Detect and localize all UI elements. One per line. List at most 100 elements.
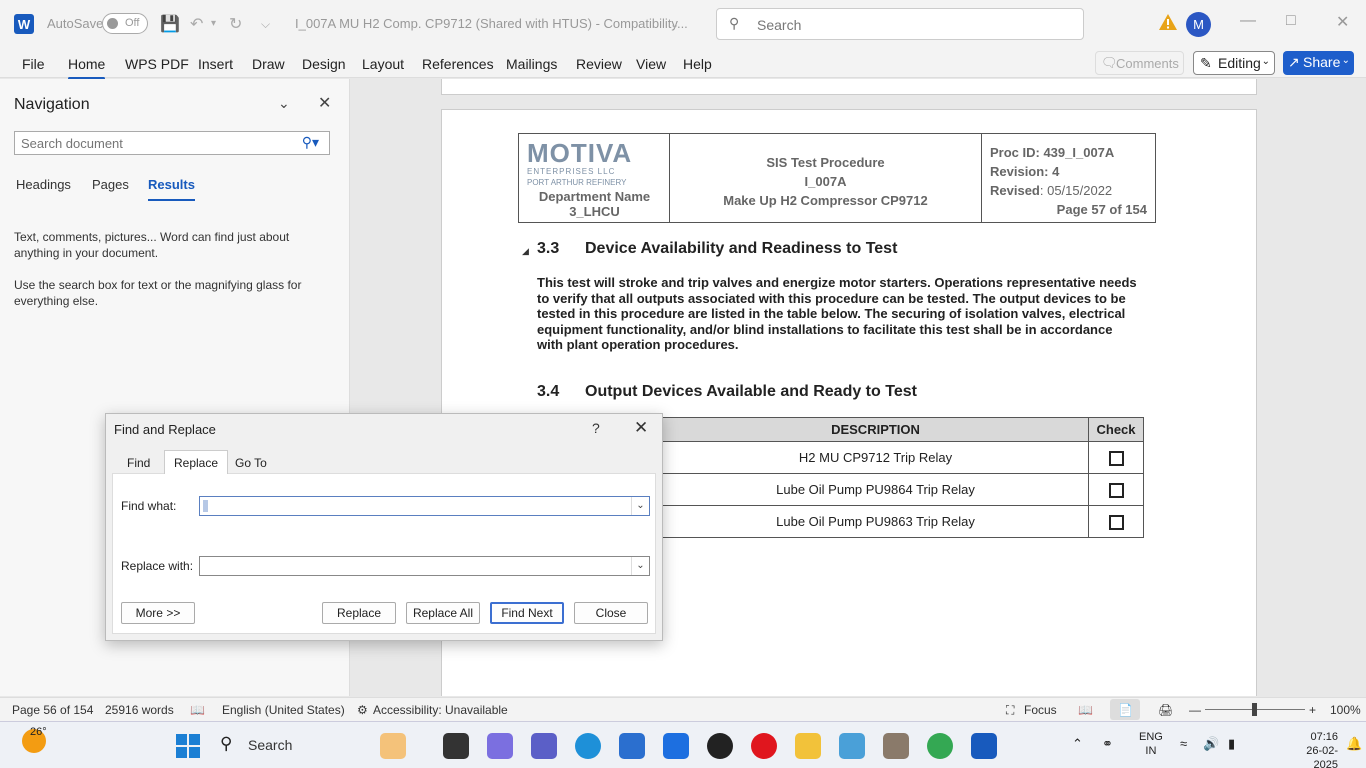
help-icon[interactable]: ? (592, 420, 600, 436)
tab-go-to[interactable]: Go To (235, 456, 267, 470)
tab-find[interactable]: Find (127, 456, 150, 470)
close-window-icon[interactable]: ✕ (1336, 12, 1349, 32)
search-document-input[interactable] (21, 133, 291, 153)
redo-icon[interactable]: ↻ (229, 14, 242, 34)
more-button[interactable]: More >> (121, 602, 195, 624)
nav-tab-results[interactable]: Results (148, 177, 195, 201)
checkbox[interactable] (1108, 514, 1124, 530)
magnifier-dropdown-icon[interactable]: ⚲▾ (302, 134, 319, 151)
folder-icon[interactable] (795, 733, 821, 759)
replace-with-input[interactable] (204, 558, 624, 574)
tab-help[interactable]: Help (683, 56, 712, 72)
tab-view[interactable]: View (636, 56, 666, 72)
tab-file[interactable]: File (22, 56, 45, 72)
undo-icon[interactable]: ↶ (190, 14, 203, 34)
nav-tab-headings[interactable]: Headings (16, 177, 71, 192)
web-layout-icon[interactable]: 🖨 (1158, 703, 1173, 717)
photos-icon[interactable] (839, 733, 865, 759)
check-cell (1088, 441, 1144, 474)
comments-button[interactable]: 🗨 Comments (1095, 51, 1184, 75)
teams-icon[interactable] (531, 733, 557, 759)
editing-mode-button[interactable]: ✎ Editing ⌄ (1193, 51, 1275, 75)
page-count[interactable]: Page 56 of 154 (12, 703, 93, 717)
close-button[interactable]: Close (574, 602, 648, 624)
warning-icon[interactable] (1158, 12, 1178, 32)
taskbar-search-label[interactable]: Search (248, 737, 292, 753)
opera-icon[interactable] (751, 733, 777, 759)
tab-wps-pdf[interactable]: WPS PDF (125, 56, 189, 72)
taskbar-search-icon[interactable]: ⚲ (220, 734, 232, 754)
chevron-down-icon[interactable]: ⌄ (631, 497, 649, 515)
wifi-icon[interactable]: ≈ (1180, 736, 1187, 751)
copilot-icon[interactable] (487, 733, 513, 759)
chrome-icon[interactable] (927, 733, 953, 759)
replace-button[interactable]: Replace (322, 602, 396, 624)
share-button[interactable]: ↗ Share ⌄ (1283, 51, 1354, 75)
dell-icon[interactable] (707, 733, 733, 759)
replace-with-combo[interactable]: ⌄ (199, 556, 650, 576)
close-icon[interactable]: ✕ (634, 418, 648, 438)
arrow-app-icon[interactable] (663, 733, 689, 759)
tab-references[interactable]: References (422, 56, 494, 72)
zoom-slider-thumb[interactable] (1252, 703, 1257, 716)
customize-qat-icon[interactable]: ⌵ (261, 17, 270, 32)
user-avatar[interactable]: M (1186, 12, 1211, 37)
find-next-button[interactable]: Find Next (490, 602, 564, 624)
save-icon[interactable]: 💾 (160, 14, 180, 34)
nav-tab-pages[interactable]: Pages (92, 177, 129, 192)
document-title[interactable]: I_007A MU H2 Comp. CP9712 (Shared with H… (295, 16, 688, 31)
show-hidden-icons-icon[interactable]: ⌃ (1072, 736, 1083, 752)
word-taskbar-icon[interactable] (971, 733, 997, 759)
tab-draw[interactable]: Draw (252, 56, 285, 72)
accessibility-icon: ⚙ (357, 703, 368, 717)
tab-insert[interactable]: Insert (198, 56, 233, 72)
zoom-out-icon[interactable]: — (1189, 703, 1201, 717)
find-what-input[interactable] (204, 498, 624, 514)
find-what-combo[interactable]: ⌄ (199, 496, 650, 516)
proofing-icon[interactable]: 📖 (190, 703, 205, 717)
print-layout-icon[interactable]: 📄 (1118, 703, 1133, 717)
accessibility-status[interactable]: Accessibility: Unavailable (373, 703, 508, 717)
widget-image-icon[interactable] (380, 733, 406, 759)
section-3-3-body[interactable]: This test will stroke and trip valves an… (537, 275, 1137, 353)
search-document-box[interactable]: ⚲▾ (14, 131, 330, 155)
tab-home[interactable]: Home (68, 56, 106, 80)
chevron-down-icon[interactable]: ⌄ (278, 95, 290, 112)
edge-icon[interactable] (575, 733, 601, 759)
replace-all-button[interactable]: Replace All (406, 602, 480, 624)
close-icon[interactable]: ✕ (318, 93, 331, 113)
tab-review[interactable]: Review (576, 56, 622, 72)
volume-icon[interactable]: 🔊 (1203, 736, 1219, 752)
input-language[interactable]: ENG IN (1139, 730, 1163, 758)
maximize-icon[interactable]: □ (1286, 12, 1296, 30)
tab-layout[interactable]: Layout (362, 56, 404, 72)
collapse-heading-icon[interactable]: ◢ (522, 246, 529, 257)
output-devices-table: DESCRIPTION Check H2 MU CP9712 Trip Rela… (662, 417, 1144, 538)
language[interactable]: English (United States) (222, 703, 345, 717)
title-chevron-down-icon[interactable]: ⌄ (670, 18, 679, 31)
tab-replace[interactable]: Replace (164, 450, 229, 474)
store-icon[interactable] (619, 733, 645, 759)
word-count[interactable]: 25916 words (105, 703, 174, 717)
chevron-down-icon[interactable]: ⌄ (631, 557, 649, 575)
tab-design[interactable]: Design (302, 56, 346, 72)
word-app-icon[interactable]: W (14, 14, 34, 34)
zoom-level[interactable]: 100% (1330, 703, 1361, 717)
focus-mode[interactable]: Focus (1024, 703, 1057, 717)
file-explorer-dark-icon[interactable] (443, 733, 469, 759)
clock[interactable]: 07:16 26-02-2025 (1288, 730, 1338, 768)
tab-mailings[interactable]: Mailings (506, 56, 557, 72)
checkbox[interactable] (1108, 450, 1124, 466)
minimize-icon[interactable]: — (1240, 12, 1256, 30)
undo-dropdown-icon[interactable]: ▾ (211, 18, 216, 29)
battery-icon[interactable]: ▮ (1228, 736, 1235, 752)
notification-icon[interactable]: 🔔 (1346, 736, 1362, 752)
checkbox[interactable] (1108, 482, 1124, 498)
read-mode-icon[interactable]: 📖 (1078, 703, 1093, 717)
windows-start-icon[interactable] (176, 734, 200, 758)
autosave-toggle[interactable]: Off (102, 13, 148, 34)
title-search-box[interactable]: ⚲ Search (716, 8, 1084, 40)
zoom-in-icon[interactable]: + (1309, 703, 1316, 717)
app-icon[interactable] (883, 733, 909, 759)
network-app-icon[interactable]: ⚭ (1102, 736, 1113, 752)
